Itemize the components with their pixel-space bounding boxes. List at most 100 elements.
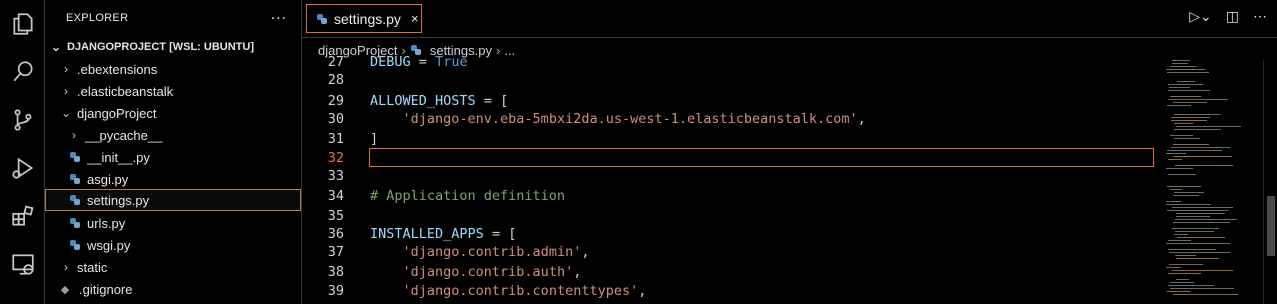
code-text: 'django.contrib.admin', <box>402 244 590 260</box>
close-icon[interactable]: × <box>411 11 419 26</box>
code-comment: # Application definition <box>370 188 566 204</box>
minimap-line <box>1166 153 1186 154</box>
scrollbar-thumb[interactable] <box>1267 196 1275 256</box>
tree-item-label: .elasticbeanstalk <box>77 83 174 99</box>
minimap-line <box>1176 126 1241 127</box>
minimap-line <box>1166 69 1205 70</box>
tree-item-elasticbeanstalk[interactable]: › .elasticbeanstalk <box>45 80 301 102</box>
tree-item-label: __init__.py <box>87 149 150 165</box>
minimap[interactable] <box>1162 60 1262 304</box>
chevron-right-icon: › <box>64 84 68 98</box>
more-actions-button[interactable]: ... <box>271 6 287 24</box>
minimap-line <box>1172 207 1233 208</box>
minimap-line <box>1166 168 1193 169</box>
line-number: 27 <box>327 54 344 70</box>
code-text: ALLOWED_HOSTS = [ <box>370 93 509 109</box>
run-debug-icon[interactable] <box>0 146 45 190</box>
tree-item-label: settings.py <box>87 192 150 208</box>
code-editor[interactable]: 27 DEBUG = True 28 29 ALLOWED_HOSTS = [ … <box>302 52 1162 304</box>
tree-item-gitignore[interactable]: ◆ .gitignore <box>45 278 301 300</box>
minimap-line <box>1177 81 1195 82</box>
explorer-sidebar: EXPLORER ... ⌄ DJANGOPROJECT [WSL: UBUNT… <box>45 0 302 304</box>
code-text: 'django.contrib.auth', <box>402 264 582 280</box>
more-icon[interactable]: ⋯ <box>1253 8 1267 25</box>
tab-bar: settings.py × ▷⌄ ◫ ⋯ <box>302 0 1277 38</box>
tree-item-djangoproject[interactable]: ⌄ djangoProject <box>45 102 301 124</box>
minimap-line <box>1168 99 1228 100</box>
line-number: 31 <box>327 131 344 147</box>
minimap-line <box>1170 288 1234 289</box>
minimap-line <box>1174 123 1193 124</box>
minimap-line <box>1167 186 1201 187</box>
minimap-line <box>1174 234 1188 235</box>
tree-item-label: .ebextensions <box>77 61 158 77</box>
minimap-line <box>1175 231 1214 232</box>
chevron-down-icon: ⌄ <box>50 40 62 54</box>
code-text: ] <box>370 131 379 147</box>
remote-explorer-icon[interactable] <box>0 242 45 286</box>
tree-item-settings-py[interactable]: settings.py <box>45 189 301 211</box>
tree-item-label: static <box>77 259 108 275</box>
line-number: 38 <box>327 264 344 280</box>
tree-item-init-py[interactable]: __init__.py <box>45 146 301 168</box>
workspace-root[interactable]: ⌄ DJANGOPROJECT [WSL: UBUNTU] <box>45 36 301 58</box>
explorer-icon[interactable] <box>0 2 45 46</box>
code-line: 30 'django-env.eba-5mbxi2da.us-west-1.el… <box>302 108 1162 130</box>
tree-item-asgi-py[interactable]: asgi.py <box>45 168 301 190</box>
minimap-line <box>1173 222 1230 223</box>
tree-item-label: .gitignore <box>79 281 133 297</box>
minimap-line <box>1170 66 1197 67</box>
minimap-line <box>1168 249 1216 250</box>
code-text: INSTALLED_APPS = [ <box>370 226 517 242</box>
minimap-line <box>1176 213 1225 214</box>
chevron-right-icon: › <box>72 128 76 142</box>
tree-item-label: urls.py <box>87 215 126 231</box>
minimap-line <box>1168 285 1214 286</box>
minimap-line <box>1169 87 1190 88</box>
search-icon[interactable] <box>0 50 45 94</box>
minimap-line <box>1166 267 1181 268</box>
run-icon[interactable]: ▷⌄ <box>1189 8 1212 25</box>
code-line: 28 <box>302 69 1162 91</box>
python-file-icon <box>70 240 80 250</box>
code-line: 33 <box>302 165 1162 187</box>
line-number: 32 <box>327 150 344 166</box>
minimap-line <box>1174 129 1221 130</box>
editor-actions: ▷⌄ ◫ ⋯ <box>1189 8 1267 25</box>
minimap-line <box>1177 237 1225 238</box>
minimap-line <box>1176 258 1219 259</box>
minimap-line <box>1172 270 1233 271</box>
minimap-line <box>1167 72 1209 73</box>
tree-item-wsgi-py[interactable]: wsgi.py <box>45 234 301 256</box>
minimap-line <box>1166 243 1230 244</box>
workspace-root-label: DJANGOPROJECT [WSL: UBUNTU] <box>67 41 254 53</box>
tab-settings-py[interactable]: settings.py × <box>306 4 422 33</box>
chevron-down-icon: ⌄ <box>60 106 72 120</box>
python-file-icon <box>70 174 80 184</box>
minimap-line <box>1172 63 1188 64</box>
split-editor-icon[interactable]: ◫ <box>1226 8 1239 25</box>
extensions-icon[interactable] <box>0 194 45 238</box>
minimap-line <box>1174 192 1204 193</box>
tab-label: settings.py <box>334 10 401 27</box>
minimap-line <box>1168 174 1196 175</box>
minimap-line <box>1168 159 1182 160</box>
chevron-right-icon: › <box>64 62 68 76</box>
minimap-line <box>1176 216 1210 217</box>
code-text: 'django.contrib.contenttypes', <box>402 283 647 299</box>
minimap-line <box>1168 90 1210 91</box>
source-control-icon[interactable] <box>0 98 45 142</box>
tree-item-static[interactable]: › static <box>45 256 301 278</box>
minimap-line <box>1172 60 1190 61</box>
minimap-line <box>1166 201 1181 202</box>
git-file-icon: ◆ <box>60 283 70 296</box>
tree-item-ebextensions[interactable]: › .ebextensions <box>45 58 301 80</box>
line-number: 39 <box>327 283 344 299</box>
minimap-line <box>1173 144 1209 145</box>
minimap-line <box>1170 135 1193 136</box>
tree-item-urls-py[interactable]: urls.py <box>45 212 301 234</box>
tree-item-pycache[interactable]: › __pycache__ <box>45 124 301 146</box>
vertical-scrollbar[interactable] <box>1263 60 1277 304</box>
python-file-icon <box>70 195 80 205</box>
code-text: DEBUG = True <box>370 54 468 70</box>
